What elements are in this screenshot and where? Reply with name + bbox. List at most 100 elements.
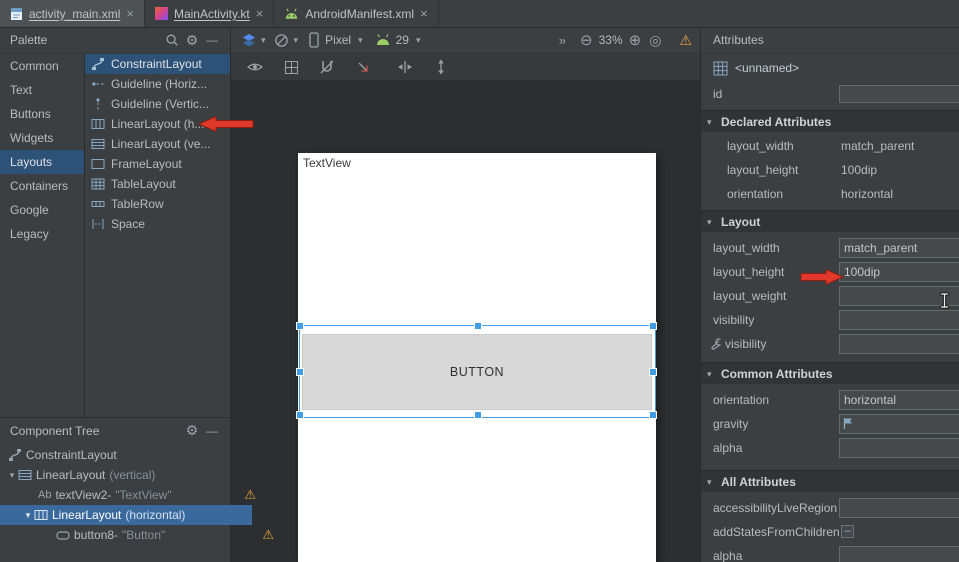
- selection-handle[interactable]: [649, 411, 657, 419]
- gravity-input[interactable]: [839, 414, 959, 434]
- show-borders-icon[interactable]: [281, 57, 301, 77]
- selected-component-row: <unnamed>: [701, 56, 959, 80]
- tree-item-linearlayout-vertical[interactable]: ▾ LinearLayout (vertical): [0, 465, 236, 485]
- tree-item-textview2[interactable]: Ab textView2- "TextView" ⚠: [0, 485, 268, 505]
- zoom-fit-icon[interactable]: ◎: [649, 32, 661, 49]
- palette-item-tablerow[interactable]: TableRow: [85, 194, 230, 214]
- palette-item-linearlayout-horizontal[interactable]: LinearLayout (h...: [85, 114, 230, 134]
- selection-handle[interactable]: [296, 322, 304, 330]
- canvas-textview[interactable]: TextView: [303, 156, 351, 170]
- api-level: 29: [396, 33, 409, 47]
- elevation-icon[interactable]: [353, 57, 373, 77]
- orientation-input[interactable]: [839, 390, 959, 410]
- tree-item-constraintlayout[interactable]: ConstraintLayout: [0, 445, 238, 465]
- close-icon[interactable]: ×: [126, 7, 134, 20]
- tablerow-icon: [91, 197, 105, 211]
- tab-label: activity_main.xml: [29, 7, 120, 21]
- palette-item-tablelayout[interactable]: TableLayout: [85, 174, 230, 194]
- design-mode-icon[interactable]: [239, 30, 259, 50]
- section-layout[interactable]: ▾ Layout: [701, 210, 959, 232]
- attr-row: layout_weight: [701, 284, 959, 308]
- palette-category-containers[interactable]: Containers: [0, 174, 84, 198]
- attr-value[interactable]: 100dip: [841, 158, 877, 182]
- palette-category-common[interactable]: Common: [0, 54, 84, 78]
- palette-category-google[interactable]: Google: [0, 198, 84, 222]
- warning-icon[interactable]: ⚠: [679, 32, 692, 49]
- palette-item-space[interactable]: Space: [85, 214, 230, 234]
- api-selector[interactable]: 29 ▾: [375, 33, 421, 47]
- palette-item-guideline-vertical[interactable]: Guideline (Vertic...: [85, 94, 230, 114]
- layout-width-input[interactable]: [839, 238, 959, 258]
- palette-item-linearlayout-vertical[interactable]: LinearLayout (ve...: [85, 134, 230, 154]
- attributes-title: Attributes: [713, 33, 764, 47]
- palette-item-guideline-horizontal[interactable]: Guideline (Horiz...: [85, 74, 230, 94]
- alpha-all-input[interactable]: [839, 546, 959, 562]
- selection-handle[interactable]: [296, 411, 304, 419]
- tab-androidmanifest-xml[interactable]: AndroidManifest.xml ×: [274, 0, 438, 27]
- tree-item-button8[interactable]: button8- "Button" ⚠: [0, 525, 286, 545]
- id-input[interactable]: [839, 85, 959, 103]
- selection-handle[interactable]: [474, 411, 482, 419]
- selection-handle[interactable]: [296, 368, 304, 376]
- search-icon[interactable]: [162, 30, 182, 50]
- chevron-down-icon: ▾: [261, 35, 266, 46]
- component-grid-icon: [713, 61, 728, 76]
- palette-categories: Common Text Buttons Widgets Layouts Cont…: [0, 54, 85, 417]
- section-common-attributes[interactable]: ▾ Common Attributes: [701, 362, 959, 384]
- accessibility-live-region-input[interactable]: [839, 498, 959, 518]
- attr-row: layout_width: [701, 236, 959, 260]
- selection-handle[interactable]: [649, 368, 657, 376]
- attr-value[interactable]: match_parent: [841, 134, 914, 158]
- hide-panel-icon[interactable]: —: [202, 421, 222, 441]
- flag-icon: [843, 417, 854, 430]
- eye-icon[interactable]: [245, 57, 265, 77]
- visibility-input[interactable]: [839, 310, 959, 330]
- collapse-icon[interactable]: ▾: [22, 510, 34, 521]
- close-icon[interactable]: ×: [420, 7, 428, 20]
- attr-row: layout_width match_parent: [701, 134, 959, 158]
- section-declared-attributes[interactable]: ▾ Declared Attributes: [701, 110, 959, 132]
- component-tree-header: Component Tree ⚙ —: [0, 417, 230, 443]
- android-studio-layout-editor: activity_main.xml × MainActivity.kt × An…: [0, 0, 959, 562]
- layout-height-input[interactable]: [839, 262, 959, 282]
- magnet-off-icon[interactable]: [317, 57, 337, 77]
- align-vertical-icon[interactable]: [431, 57, 451, 77]
- theme-icon[interactable]: [272, 30, 292, 50]
- palette-item-framelayout[interactable]: FrameLayout: [85, 154, 230, 174]
- tab-mainactivity-kt[interactable]: MainActivity.kt ×: [145, 0, 274, 27]
- tab-label: AndroidManifest.xml: [305, 7, 414, 21]
- tree-item-linearlayout-horizontal[interactable]: ▾ LinearLayout (horizontal): [0, 505, 252, 525]
- palette-item-constraintlayout[interactable]: ConstraintLayout: [85, 54, 230, 74]
- alpha-input[interactable]: [839, 438, 959, 458]
- attr-row: orientation horizontal: [701, 182, 959, 206]
- tab-activity-main-xml[interactable]: activity_main.xml ×: [0, 0, 145, 27]
- selection-handle[interactable]: [649, 322, 657, 330]
- warning-icon: ⚠: [262, 527, 274, 543]
- palette-header: Palette ⚙ —: [0, 27, 230, 54]
- align-horizontal-icon[interactable]: [395, 57, 415, 77]
- tools-visibility-input[interactable]: [839, 334, 959, 354]
- collapse-icon: ▾: [707, 363, 712, 385]
- toolbar-overflow-icon[interactable]: »: [559, 33, 566, 48]
- selection-outline: [299, 325, 656, 418]
- attr-value[interactable]: horizontal: [841, 182, 893, 206]
- selection-handle[interactable]: [474, 322, 482, 330]
- hide-panel-icon[interactable]: —: [202, 30, 222, 50]
- palette-category-widgets[interactable]: Widgets: [0, 126, 84, 150]
- collapse-icon: ▾: [707, 111, 712, 133]
- zoom-out-icon[interactable]: ⊖: [580, 31, 593, 49]
- device-selector[interactable]: Pixel ▾: [308, 32, 363, 48]
- gear-icon[interactable]: ⚙: [182, 30, 202, 50]
- section-all-attributes[interactable]: ▾ All Attributes: [701, 470, 959, 492]
- palette-category-buttons[interactable]: Buttons: [0, 102, 84, 126]
- layout-weight-input[interactable]: [839, 286, 959, 306]
- collapse-icon[interactable]: ▾: [6, 470, 18, 481]
- palette-category-text[interactable]: Text: [0, 78, 84, 102]
- zoom-in-icon[interactable]: ⊕: [629, 31, 642, 49]
- attr-row: alpha: [701, 436, 959, 460]
- add-states-from-children-checkbox[interactable]: –: [841, 525, 854, 538]
- gear-icon[interactable]: ⚙: [182, 421, 202, 441]
- close-icon[interactable]: ×: [256, 7, 264, 20]
- palette-category-legacy[interactable]: Legacy: [0, 222, 84, 246]
- palette-category-layouts[interactable]: Layouts: [0, 150, 84, 174]
